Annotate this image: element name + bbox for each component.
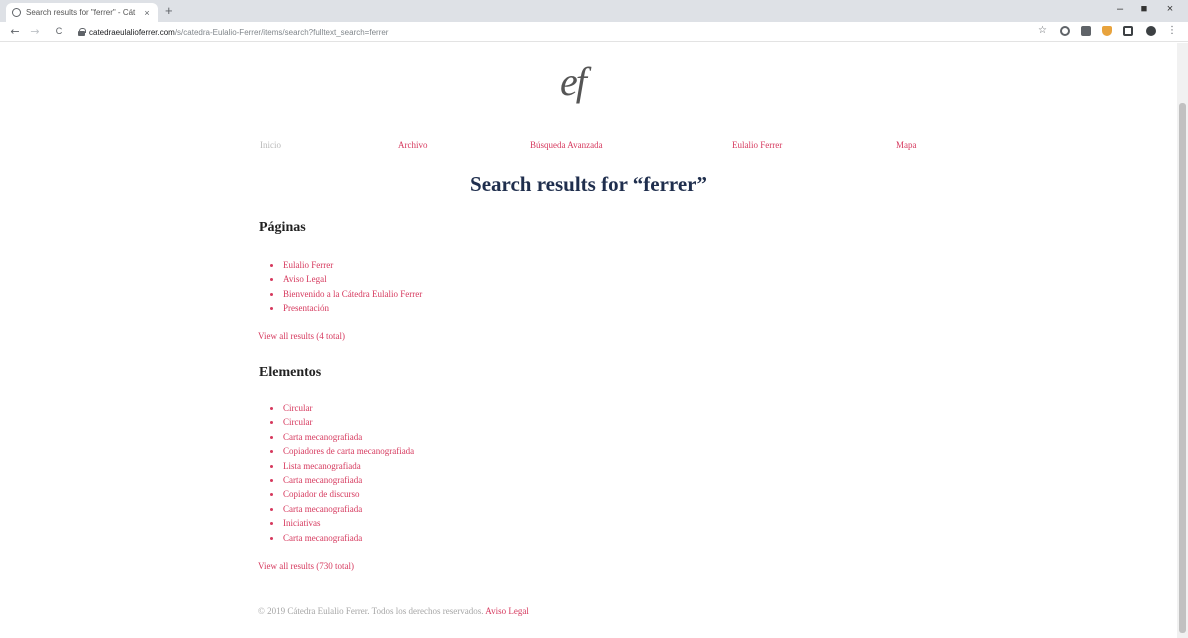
footer-copyright: © 2019 Cátedra Eulalio Ferrer. Todos los… (258, 606, 484, 616)
nav-item-mapa[interactable]: Mapa (896, 140, 917, 150)
minimize-button[interactable]: – (1110, 3, 1130, 15)
profile-avatar-icon[interactable] (1146, 26, 1156, 36)
result-item[interactable]: Presentación (270, 301, 422, 315)
result-item[interactable]: Copiadores de carta mecanografiada (270, 444, 414, 458)
section-title-elementos: Elementos (259, 365, 322, 380)
result-item[interactable]: Iniciativas (270, 516, 414, 530)
nav-item-busqueda-avanzada[interactable]: Búsqueda Avanzada (530, 140, 603, 150)
maximize-button[interactable]: ■ (1134, 3, 1154, 15)
lock-icon (78, 28, 86, 36)
footer-aviso-legal-link[interactable]: Aviso Legal (485, 606, 529, 616)
scrollbar-thumb[interactable] (1179, 103, 1186, 633)
address-bar[interactable]: catedraeulalioferrer.com/s/catedra-Eulal… (78, 24, 1038, 40)
result-item[interactable]: Carta mecanografiada (270, 502, 414, 516)
browser-toolbar: ← → C catedraeulalioferrer.com/s/catedra… (0, 22, 1188, 42)
back-button[interactable]: ← (8, 25, 22, 38)
elementos-results-list: Circular Circular Carta mecanografiada C… (270, 401, 414, 545)
extension-circle-icon[interactable] (1060, 26, 1070, 36)
new-tab-button[interactable]: + (165, 4, 173, 18)
browser-tab-bar: Search results for "ferrer" - Cát × + – … (0, 0, 1188, 22)
page-title: Search results for “ferrer” (470, 172, 707, 196)
result-item[interactable]: Bienvenido a la Cátedra Eulalio Ferrer (270, 287, 422, 301)
result-item[interactable]: Lista mecanografiada (270, 459, 414, 473)
browser-tab[interactable]: Search results for "ferrer" - Cát × (6, 3, 158, 22)
view-all-paginas-link[interactable]: View all results (4 total) (258, 331, 345, 341)
view-all-elementos-link[interactable]: View all results (730 total) (258, 561, 354, 571)
nav-item-inicio[interactable]: Inicio (260, 140, 281, 150)
tab-title: Search results for "ferrer" - Cát (26, 8, 136, 17)
page-scrollbar[interactable] (1177, 43, 1188, 638)
site-logo[interactable]: ef (560, 58, 587, 105)
result-item[interactable]: Carta mecanografiada (270, 430, 414, 444)
browser-menu-icon[interactable]: ⋮ (1167, 26, 1177, 36)
result-item[interactable]: Carta mecanografiada (270, 473, 414, 487)
nav-item-eulalio-ferrer[interactable]: Eulalio Ferrer (732, 140, 782, 150)
page-footer: © 2019 Cátedra Eulalio Ferrer. Todos los… (258, 606, 529, 616)
result-item[interactable]: Circular (270, 415, 414, 429)
url-text: catedraeulalioferrer.com/s/catedra-Eulal… (89, 27, 389, 37)
paginas-results-list: Eulalio Ferrer Aviso Legal Bienvenido a … (270, 258, 422, 316)
reload-button[interactable]: C (52, 25, 66, 38)
globe-icon (12, 8, 21, 17)
extension-square-icon[interactable] (1081, 26, 1091, 36)
main-navigation: Inicio Archivo Búsqueda Avanzada Eulalio… (260, 140, 960, 154)
tab-close-button[interactable]: × (142, 8, 152, 18)
nav-item-archivo[interactable]: Archivo (398, 140, 428, 150)
extension-shield-icon[interactable] (1102, 26, 1112, 36)
bookmark-star-icon[interactable]: ☆ (1038, 26, 1048, 36)
forward-button[interactable]: → (28, 25, 42, 38)
result-item[interactable]: Aviso Legal (270, 272, 422, 286)
result-item[interactable]: Circular (270, 401, 414, 415)
result-item[interactable]: Carta mecanografiada (270, 531, 414, 545)
section-title-paginas: Páginas (259, 220, 306, 235)
result-item[interactable]: Copiador de discurso (270, 487, 414, 501)
result-item[interactable]: Eulalio Ferrer (270, 258, 422, 272)
extension-puzzle-icon[interactable] (1123, 26, 1133, 36)
close-window-button[interactable]: × (1160, 3, 1180, 15)
